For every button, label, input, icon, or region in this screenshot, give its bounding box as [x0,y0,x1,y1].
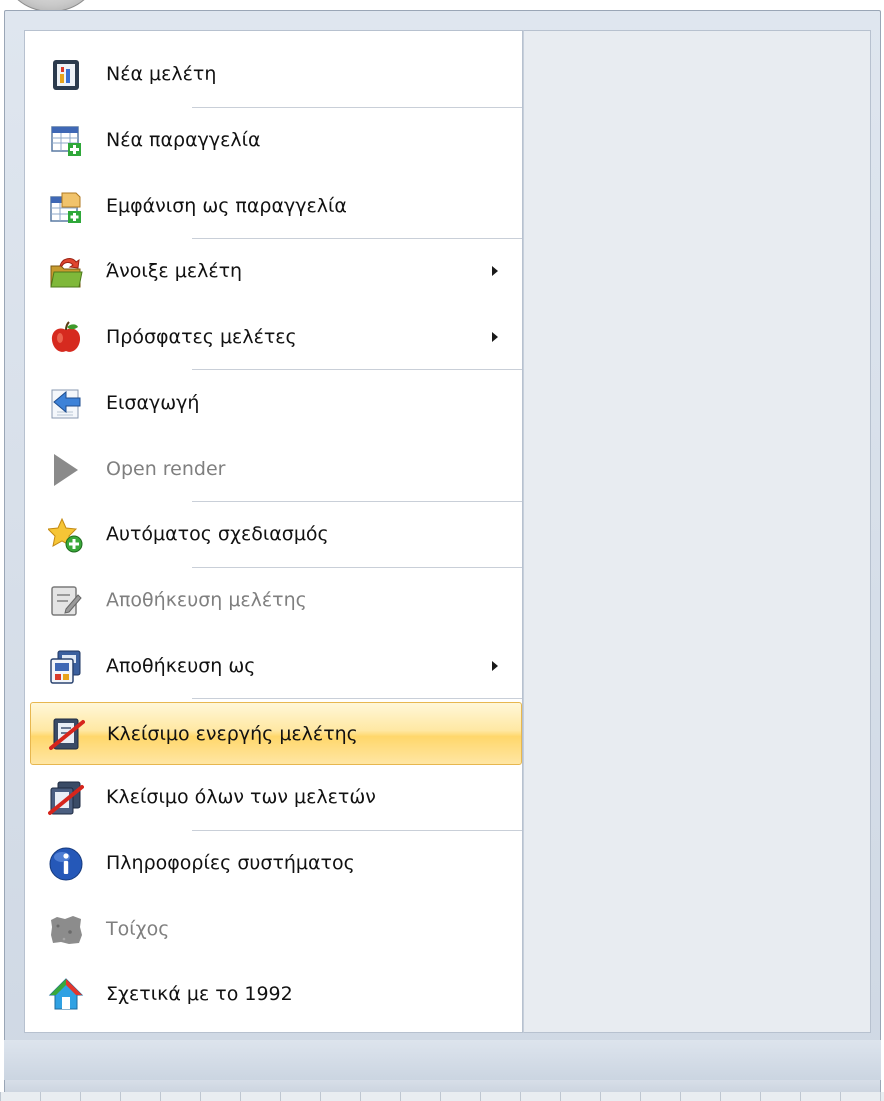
submenu-arrow-icon [492,332,498,342]
menu-item-label: Σχετικά με το 1992 [106,983,293,1005]
menu-item-label: Τοίχος [106,918,170,940]
menu-separator [192,238,522,239]
open-folder-icon [50,258,83,288]
menu-item-label: Πρόσφατες μελέτες [106,326,297,348]
new-study-icon [53,60,79,90]
menu-item-new-order[interactable]: Νέα παραγγελία [30,110,522,170]
menu-item-wall[interactable]: Τοίχος [30,899,522,959]
menu-item-label: Αποθήκευση ως [106,655,256,677]
menu-item-save-study[interactable]: Αποθήκευση μελέτης [30,570,522,630]
menu-separator [192,830,522,831]
menu-item-recent-studies[interactable]: Πρόσφατες μελέτες [30,307,522,367]
about-house-icon [48,978,84,1010]
menu-item-show-as-order[interactable]: Εμφάνιση ως παραγγελία [30,176,522,236]
menu-footer [4,1040,881,1080]
menu-separator [192,501,522,502]
menu-item-open-render[interactable]: Open render [30,439,522,499]
show-as-order-icon [50,192,81,223]
menu-item-auto-design[interactable]: Αυτόματος σχεδιασμός [30,504,522,564]
menu-item-label: Αυτόματος σχεδιασμός [106,523,329,545]
menu-item-system-info[interactable]: Πληροφορίες συστήματος [30,833,522,893]
submenu-arrow-icon [492,661,498,671]
play-icon [54,454,78,486]
application-window: Νέα μελέτη Νέα παραγγελία Εμφάνιση ως πα… [0,0,884,1101]
submenu-arrow-icon [492,266,498,276]
menu-item-label: Open render [106,458,226,480]
menu-separator [192,107,522,108]
info-icon [49,847,83,881]
menu-separator [192,369,522,370]
menu-item-label: Εισαγωγή [106,392,200,414]
new-order-icon [51,126,81,156]
menu-item-about[interactable]: Σχετικά με το 1992 [30,964,522,1024]
menu-item-label: Κλείσιμο όλων των μελετών [106,786,376,808]
import-arrow-icon [51,389,81,419]
menu-item-label: Νέα παραγγελία [106,129,261,151]
menu-item-label: Αποθήκευση μελέτης [106,589,307,611]
menu-item-close-all-studies[interactable]: Κλείσιμο όλων των μελετών [30,767,522,827]
wall-icon [51,916,82,944]
save-study-icon [51,586,82,616]
menu-item-label: Νέα μελέτη [106,63,217,85]
status-bar [0,1092,884,1101]
apple-icon [51,321,81,352]
menu-item-import[interactable]: Εισαγωγή [30,373,522,433]
menu-separator [192,698,522,699]
save-as-icon [50,650,81,684]
menu-item-close-active-study[interactable]: Κλείσιμο ενεργής μελέτης [30,702,522,765]
menu-item-save-as[interactable]: Αποθήκευση ως [30,636,522,696]
close-all-studies-icon [48,781,84,815]
menu-separator [192,567,522,568]
menu-recent-pane [523,30,871,1033]
menu-item-label: Πληροφορίες συστήματος [106,852,355,874]
star-add-icon [48,517,83,553]
menu-item-open-study[interactable]: Άνοιξε μελέτη [30,241,522,301]
menu-item-new-study[interactable]: Νέα μελέτη [30,44,522,104]
close-study-icon [49,718,85,750]
title-bar [0,0,884,10]
menu-item-label: Εμφάνιση ως παραγγελία [106,195,347,217]
menu-item-label: Άνοιξε μελέτη [106,260,243,282]
menu-item-label: Κλείσιμο ενεργής μελέτης [107,722,358,745]
